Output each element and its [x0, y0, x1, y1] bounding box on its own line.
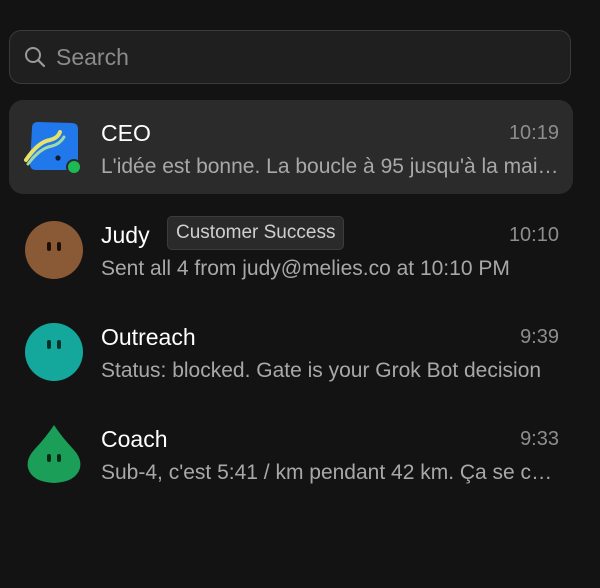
search-bar[interactable] — [9, 30, 571, 84]
chat-name: Outreach — [101, 324, 196, 350]
online-status-dot — [68, 161, 80, 173]
chat-time: 9:33 — [520, 428, 559, 450]
chat-item-outreach[interactable]: Outreach 9:39 Status: blocked. Gate is y… — [9, 304, 573, 398]
chat-preview: Status: blocked. Gate is your Grok Bot d… — [101, 359, 542, 382]
chat-name: Coach — [101, 426, 168, 452]
outreach-avatar — [24, 322, 84, 382]
chat-time: 10:19 — [508, 122, 559, 144]
search-icon — [23, 45, 47, 69]
chat-time: 9:39 — [520, 326, 559, 348]
chat-preview: Sub-4, c'est 5:41 / km pendant 42 km. Ça… — [101, 461, 559, 484]
chat-item-coach[interactable]: Coach 9:33 Sub-4, c'est 5:41 / km pendan… — [9, 406, 573, 500]
chat-preview: Sent all 4 from judy@melies.co at 10:10 … — [101, 257, 510, 280]
ceo-avatar — [24, 118, 84, 178]
chat-list-panel: CEO 10:19 L'idée est bonne. La boucle à … — [0, 0, 600, 588]
chat-name: CEO — [101, 120, 151, 146]
judy-avatar — [24, 220, 84, 280]
role-badge: Customer Success — [167, 216, 345, 250]
chat-item-ceo[interactable]: CEO 10:19 L'idée est bonne. La boucle à … — [9, 100, 573, 194]
chat-name: Judy — [101, 222, 150, 248]
chat-item-judy[interactable]: Judy Customer Success 10:10 Sent all 4 f… — [9, 202, 573, 296]
search-input[interactable] — [56, 43, 536, 71]
coach-avatar — [24, 424, 84, 484]
chat-time: 10:10 — [508, 224, 559, 246]
chat-preview: L'idée est bonne. La boucle à 95 jusqu'à… — [101, 155, 559, 178]
